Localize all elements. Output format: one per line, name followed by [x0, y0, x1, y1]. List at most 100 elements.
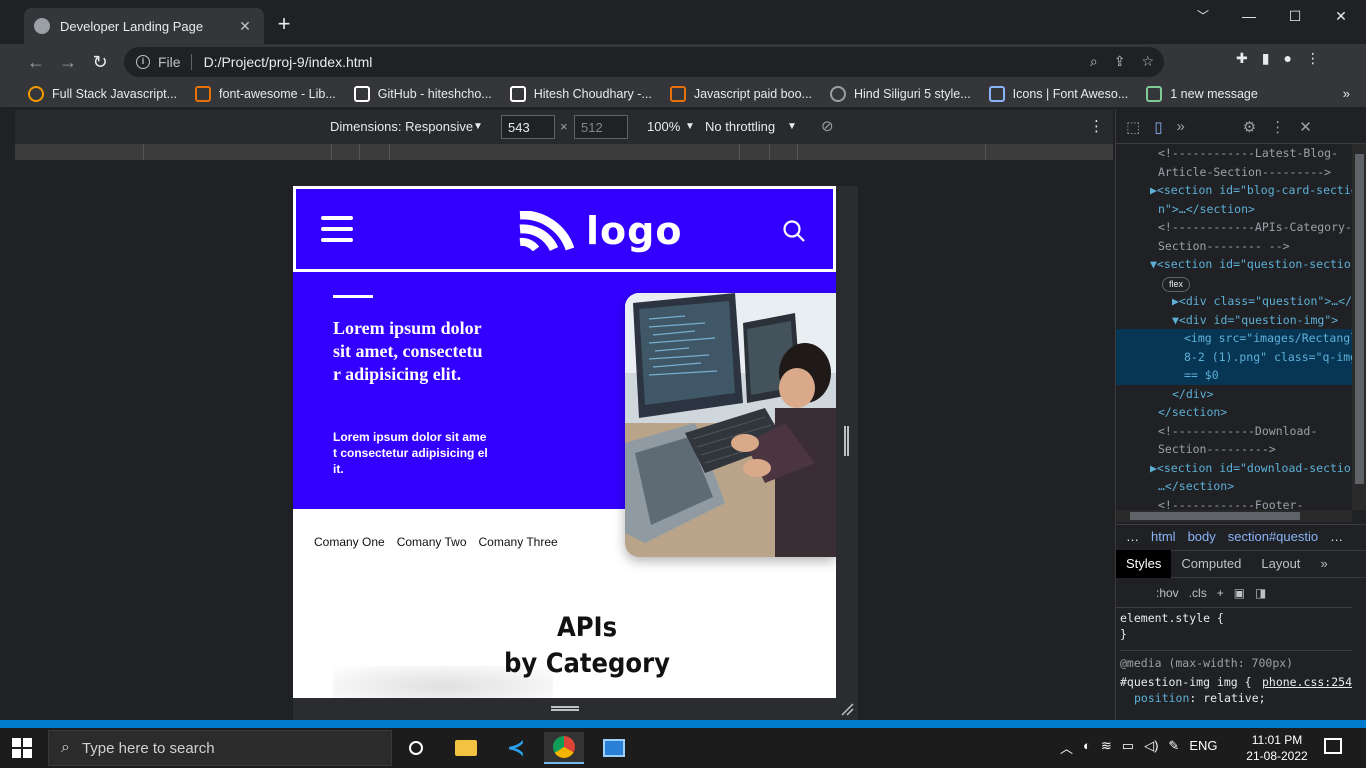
dom-node-line[interactable]: ▼<div id="question-img">	[1116, 311, 1352, 330]
dom-node-line[interactable]: <img src="images/Rectangle-	[1116, 329, 1352, 348]
browser-tab[interactable]: Developer Landing Page ✕	[24, 8, 264, 44]
dom-node-line[interactable]: Section--------->	[1116, 440, 1352, 459]
close-devtools-icon[interactable]: ✕	[1299, 118, 1312, 136]
styles-tab[interactable]: Computed	[1171, 550, 1251, 578]
styles-tab[interactable]: Styles	[1116, 550, 1172, 578]
bookmark-star-icon[interactable]: ☆	[1141, 53, 1154, 70]
language-indicator[interactable]: ENG	[1189, 738, 1217, 757]
chrome-icon[interactable]	[544, 732, 584, 764]
bookmark-item[interactable]: 1 new message	[1146, 85, 1258, 102]
paint-icon[interactable]: ▣	[1234, 586, 1245, 600]
settings-gear-icon[interactable]: ⚙	[1243, 118, 1256, 136]
dom-node-line[interactable]: </section>	[1116, 403, 1352, 422]
dom-node-line[interactable]: Section-------- -->	[1116, 237, 1352, 256]
site-logo[interactable]: logo	[518, 209, 682, 253]
dom-node-line[interactable]: ▶<div class="question">…</div>	[1116, 292, 1352, 311]
resize-corner-icon[interactable]	[840, 702, 854, 716]
reload-icon[interactable]: ↻	[88, 50, 112, 74]
notifications-icon[interactable]	[1324, 738, 1342, 754]
forward-icon[interactable]: →	[56, 50, 80, 74]
throttle-dropdown[interactable]: No throttling	[705, 119, 775, 134]
share-icon[interactable]: ⇪	[1114, 53, 1126, 70]
css-property[interactable]: position	[1134, 691, 1189, 705]
dom-node-line[interactable]: <!------------Latest-Blog-	[1116, 144, 1352, 163]
bookmark-item[interactable]: Hind Siliguri 5 style...	[829, 85, 971, 102]
dom-node-line[interactable]: n">…</section>	[1116, 200, 1352, 219]
search-icon[interactable]	[782, 219, 806, 243]
pen-icon[interactable]: ✎	[1168, 738, 1179, 757]
dom-node-line[interactable]: 8-2 (1).png" class="q-img	[1116, 347, 1352, 366]
file-explorer-icon[interactable]	[446, 732, 486, 764]
rotate-icon[interactable]: ⊘	[821, 117, 834, 135]
more-panels-icon[interactable]: »	[1176, 118, 1184, 135]
breadcrumb-item[interactable]: html	[1151, 529, 1176, 544]
menu-kebab-icon[interactable]: ⋮	[1306, 50, 1320, 67]
styles-tab[interactable]: »	[1310, 550, 1337, 578]
dom-node-line[interactable]: Article-Section--------->	[1116, 163, 1352, 182]
elements-scrollbar[interactable]	[1352, 144, 1366, 510]
task-view-icon[interactable]	[396, 732, 436, 764]
url-text[interactable]: D:/Project/proj-9/index.html	[204, 54, 373, 70]
dom-node-line[interactable]: <!------------APIs-Category-	[1116, 218, 1352, 237]
close-window-button[interactable]: ✕	[1318, 0, 1364, 32]
breadcrumb-item[interactable]: section#questio	[1228, 529, 1318, 544]
breadcrumb-item[interactable]: …	[1126, 529, 1139, 544]
dom-node-line[interactable]: ▶<section id="blog-card-sectio	[1116, 181, 1352, 200]
source-link[interactable]: phone.css:254	[1262, 674, 1352, 690]
back-icon[interactable]: ←	[24, 50, 48, 74]
dom-node-line[interactable]: <!------------Download-	[1116, 422, 1352, 441]
maximize-button[interactable]: ☐	[1272, 0, 1318, 32]
photos-icon[interactable]	[594, 732, 634, 764]
breadcrumb-item[interactable]: body	[1188, 529, 1216, 544]
breadcrumb-item[interactable]: …	[1330, 529, 1343, 544]
meet-icon[interactable]: ◐	[1083, 738, 1091, 757]
address-bar[interactable]: i File D:/Project/proj-9/index.html ⌕ ⇪ …	[124, 47, 1164, 77]
close-tab-button[interactable]: ✕	[236, 18, 254, 35]
battery-icon[interactable]: ▭	[1122, 738, 1134, 757]
side-panel-icon[interactable]: ▮	[1262, 50, 1270, 67]
cls-toggle[interactable]: .cls	[1189, 586, 1207, 600]
dom-node-line[interactable]: ▶<section id="download-sectio	[1116, 459, 1352, 478]
windows-start-icon[interactable]	[12, 738, 32, 758]
taskbar-search[interactable]: ⌕ Type here to search	[48, 730, 392, 766]
clock[interactable]: 11:01 PM 21-08-2022	[1246, 732, 1308, 764]
minimize-button[interactable]: —	[1226, 0, 1272, 32]
resize-handle-right[interactable]	[836, 186, 858, 698]
dom-node-line[interactable]: …</section>	[1116, 477, 1352, 496]
inspect-element-icon[interactable]: ⬚	[1126, 118, 1140, 136]
devtools-menu-icon[interactable]: ⋮	[1270, 118, 1285, 136]
zoom-dropdown[interactable]: 100%	[647, 119, 680, 134]
elements-tree[interactable]: <!------------Latest-Blog- Article-Sectio…	[1116, 144, 1352, 514]
media-query-ruler[interactable]	[15, 144, 1113, 160]
tab-search-button[interactable]: ﹀	[1180, 0, 1226, 32]
height-input[interactable]	[574, 115, 628, 139]
dom-node-line[interactable]: flex	[1116, 274, 1352, 293]
css-value[interactable]: relative;	[1203, 691, 1265, 705]
bookmark-item[interactable]: GitHub - hiteshcho...	[353, 85, 492, 102]
resize-handle-bottom[interactable]	[293, 698, 858, 720]
new-tab-button[interactable]: +	[272, 12, 296, 36]
bookmark-item[interactable]: Full Stack Javascript...	[28, 85, 177, 102]
hov-toggle[interactable]: :hov	[1156, 586, 1179, 600]
bookmark-item[interactable]: Javascript paid boo...	[669, 85, 812, 102]
hamburger-menu-icon[interactable]	[321, 216, 353, 242]
bookmarks-overflow-button[interactable]: »	[1343, 86, 1350, 101]
chevron-up-icon[interactable]: ︿	[1060, 738, 1073, 757]
extensions-puzzle-icon[interactable]: ✚	[1236, 50, 1248, 67]
dom-node-line[interactable]: ▼<section id="question-sectio	[1116, 255, 1352, 274]
zoom-icon[interactable]: ⌕	[1090, 53, 1098, 70]
dimensions-dropdown[interactable]: Dimensions: Responsive	[330, 119, 473, 134]
dom-node-line[interactable]: </div>	[1116, 385, 1352, 404]
bookmark-item[interactable]: Hitesh Choudhary -...	[509, 85, 652, 102]
sidebar-toggle-icon[interactable]: ◨	[1255, 586, 1266, 600]
width-input[interactable]	[501, 115, 555, 139]
add-rule-button[interactable]: +	[1217, 586, 1224, 600]
info-icon[interactable]: i	[136, 55, 150, 69]
vscode-icon[interactable]: ≺	[496, 732, 536, 764]
more-options-icon[interactable]: ⋮	[1089, 117, 1104, 135]
wifi-icon[interactable]: ≋	[1101, 738, 1112, 757]
styles-tab[interactable]: Layout	[1251, 550, 1310, 578]
volume-icon[interactable]: ◁)	[1144, 738, 1158, 757]
bookmark-item[interactable]: Icons | Font Aweso...	[988, 85, 1128, 102]
device-toggle-icon[interactable]: ▯	[1154, 118, 1162, 136]
